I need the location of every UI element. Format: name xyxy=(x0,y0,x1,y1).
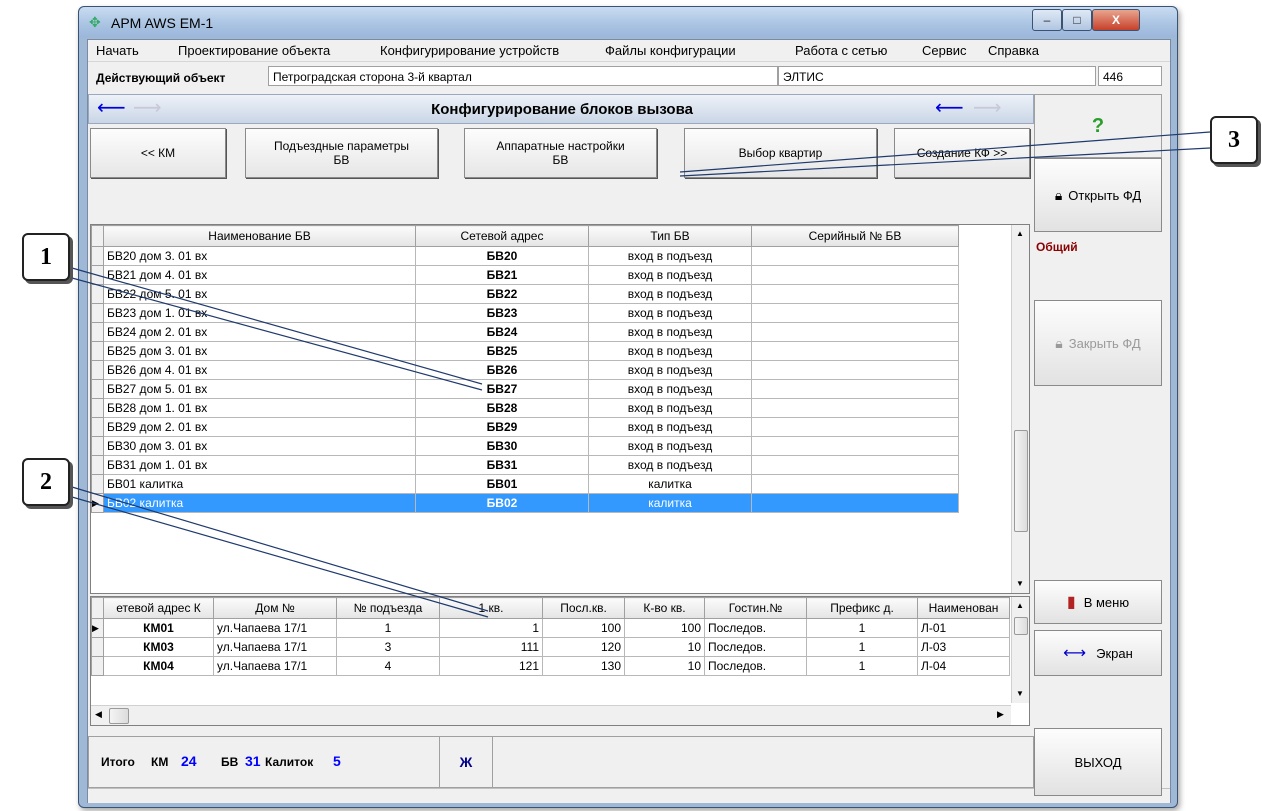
callout-2: 2 xyxy=(22,458,70,506)
callout-2-line-b xyxy=(71,496,489,618)
callout-3: 3 xyxy=(1210,116,1258,164)
callout-2-line-a xyxy=(71,486,489,612)
callout-1-line-a xyxy=(71,267,483,385)
callout-1: 1 xyxy=(22,233,70,281)
callout-1-line-b xyxy=(71,277,483,391)
callout-lines xyxy=(71,131,1211,618)
